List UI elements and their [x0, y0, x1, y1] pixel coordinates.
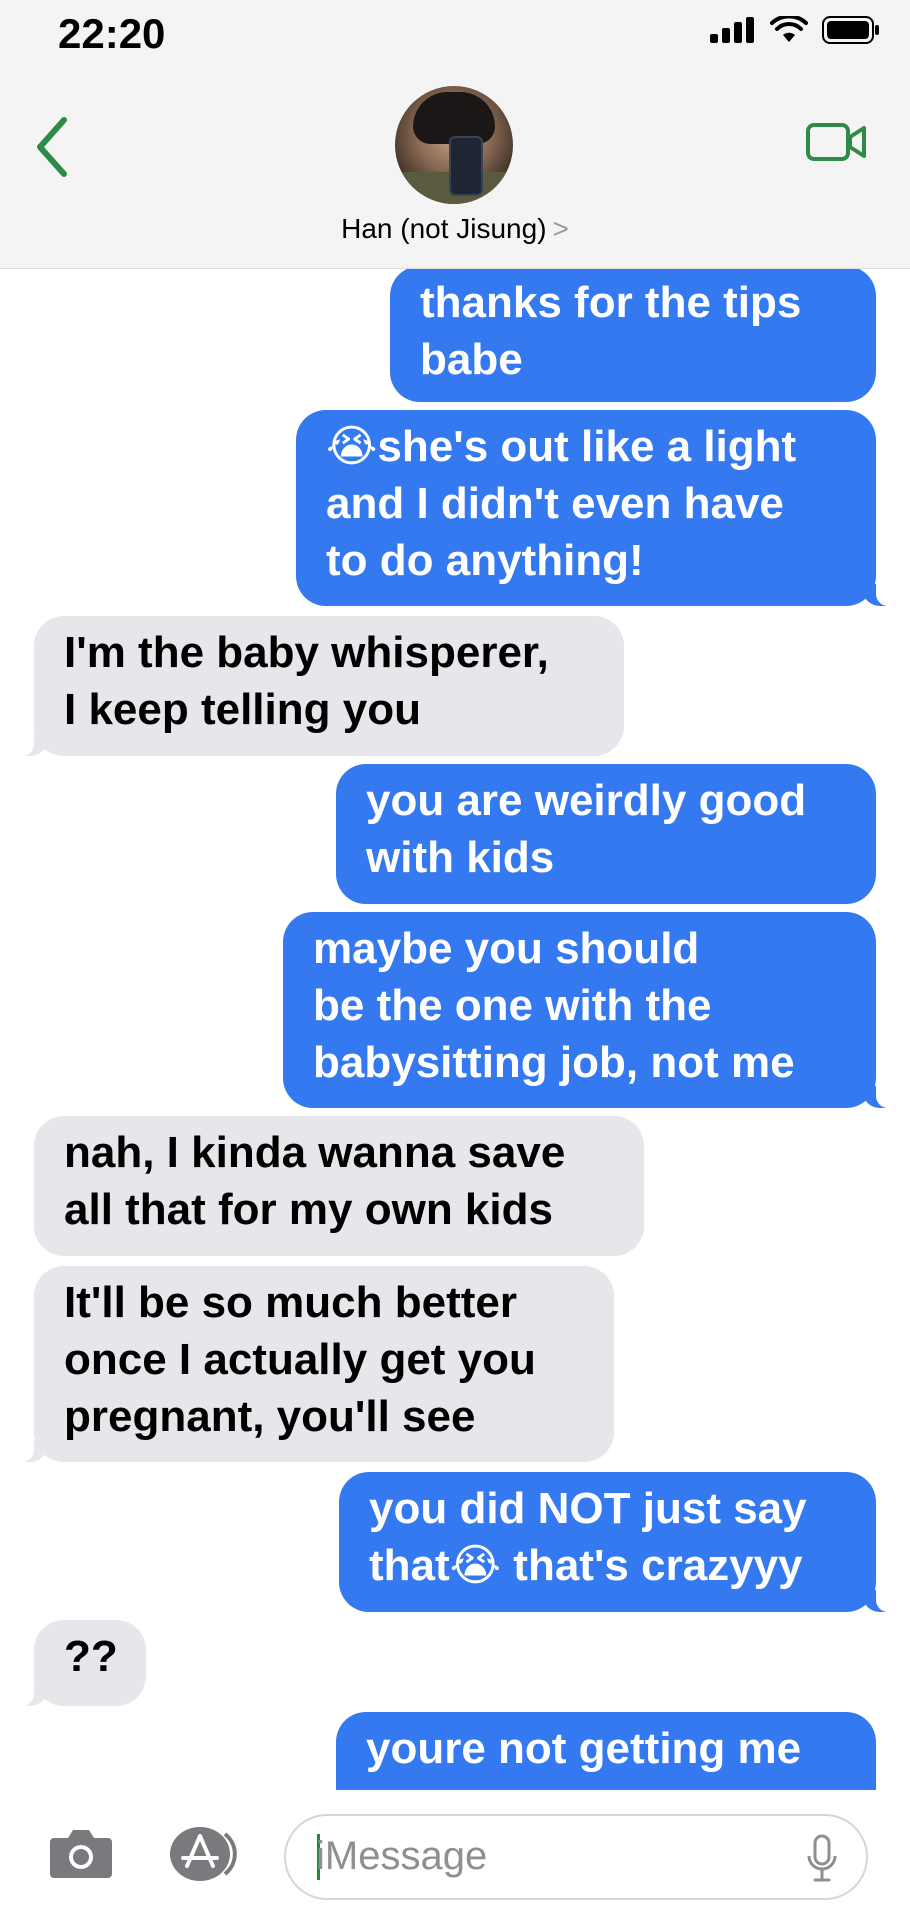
dictation-button[interactable] [806, 1834, 838, 1889]
input-placeholder: iMessage [316, 1834, 488, 1878]
facetime-button[interactable] [806, 122, 868, 167]
contact-avatar[interactable] [395, 86, 513, 204]
camera-icon [50, 1830, 112, 1878]
app-store-icon [170, 1827, 237, 1881]
message-bubble-outgoing[interactable]: 😭she's out like a light and I didn't eve… [296, 410, 894, 606]
status-icons [710, 16, 880, 44]
message-bubble-outgoing[interactable]: you did NOT just say that😭 that's crazyy… [339, 1472, 894, 1612]
contact-name: Han (not Jisung) [341, 213, 547, 244]
status-time: 22:20 [58, 10, 166, 57]
message-bubble-incoming[interactable]: ?? [16, 1620, 146, 1706]
conversation-header: 22:20 Han (not Jisung) > [0, 0, 910, 269]
signal-icon [710, 17, 754, 43]
imessage-input[interactable]: iMessage [284, 1814, 868, 1900]
message-bubble-outgoing[interactable]: youre not getting me [336, 1712, 876, 1790]
microphone-icon [807, 1834, 837, 1882]
wifi-icon [770, 16, 808, 42]
contact-name-button[interactable]: Han (not Jisung) > [0, 213, 910, 245]
apps-button[interactable] [165, 1824, 243, 1889]
message-bubble-outgoing[interactable]: maybe you should be the one with the bab… [283, 912, 894, 1108]
battery-icon [822, 16, 879, 44]
camera-button[interactable] [48, 1826, 114, 1885]
chevron-right-icon: > [552, 213, 569, 244]
message-composer: iMessage [0, 1790, 910, 1920]
message-bubble-outgoing[interactable]: thanks for the tips babe [390, 268, 876, 402]
message-bubble-incoming[interactable]: It'll be so much better once I actually … [16, 1266, 614, 1462]
message-bubble-outgoing[interactable]: you are weirdly good with kids [336, 764, 876, 904]
message-thread[interactable]: thanks for the tips babe 😭she's out like… [0, 268, 910, 1790]
video-camera-icon [806, 123, 866, 161]
message-bubble-incoming[interactable]: I'm the baby whisperer, I keep telling y… [16, 616, 624, 756]
chevron-left-icon [37, 117, 67, 177]
back-button[interactable] [28, 112, 78, 187]
message-bubble-incoming[interactable]: nah, I kinda wanna save all that for my … [34, 1116, 644, 1256]
